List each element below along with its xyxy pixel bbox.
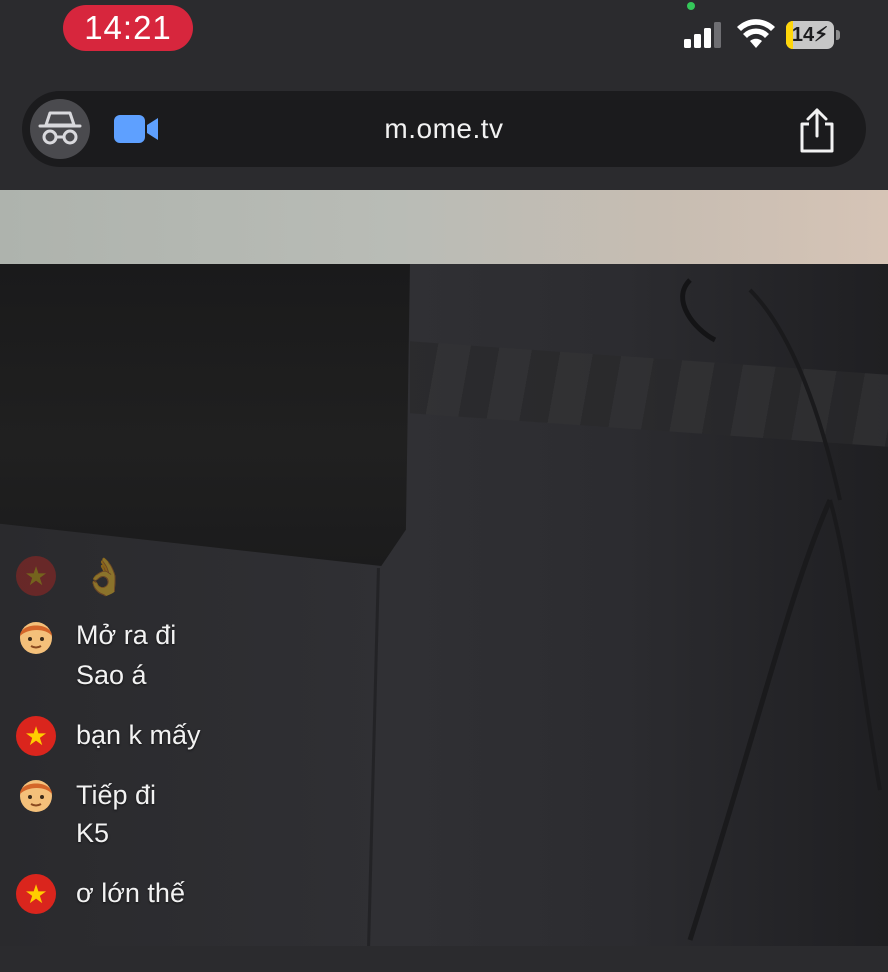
url-text[interactable]: m.ome.tv xyxy=(222,91,666,167)
chat-message-line: Mở ra đi xyxy=(76,620,177,650)
battery-nub xyxy=(836,30,840,40)
boy-emoji-icon xyxy=(16,774,56,814)
chat-message-line: ơ lớn thế xyxy=(76,878,185,908)
video-camera-icon[interactable] xyxy=(114,113,160,145)
flag-icon: ★ xyxy=(16,556,56,596)
camera-in-use-indicator xyxy=(687,2,695,10)
wifi-icon xyxy=(737,19,775,48)
signal-icon xyxy=(684,22,721,48)
browser-toolbar: m.ome.tv xyxy=(0,64,888,190)
address-bar[interactable]: m.ome.tv xyxy=(22,91,866,167)
chat-message-line: K5 xyxy=(76,818,110,848)
flag-icon: ★ xyxy=(16,716,56,756)
video-stream[interactable]: ★ 👌 Mở ra đi Sao á ★ bạn k mấy Tiếp đi K… xyxy=(0,190,888,946)
battery-percentage: 14⚡︎ xyxy=(791,24,829,46)
chat-message-line: Tiếp đi xyxy=(76,780,157,810)
flag-icon: ★ xyxy=(16,874,56,914)
share-icon[interactable] xyxy=(796,107,838,153)
private-browsing-icon xyxy=(38,111,82,145)
status-time[interactable]: 14:21 xyxy=(63,5,193,51)
chat-message-emoji: 👌 xyxy=(82,556,127,597)
bottom-toolbar-edge xyxy=(0,946,888,972)
boy-emoji-icon xyxy=(16,616,56,656)
private-browsing-button[interactable] xyxy=(30,99,90,159)
status-bar: 14:21 14⚡︎ xyxy=(0,0,888,64)
chat-message-line: bạn k mấy xyxy=(76,720,201,750)
chat-message-line: Sao á xyxy=(76,660,147,690)
battery-icon: 14⚡︎ xyxy=(786,21,834,49)
chat-overlay: ★ 👌 Mở ra đi Sao á ★ bạn k mấy Tiếp đi K… xyxy=(0,190,888,946)
